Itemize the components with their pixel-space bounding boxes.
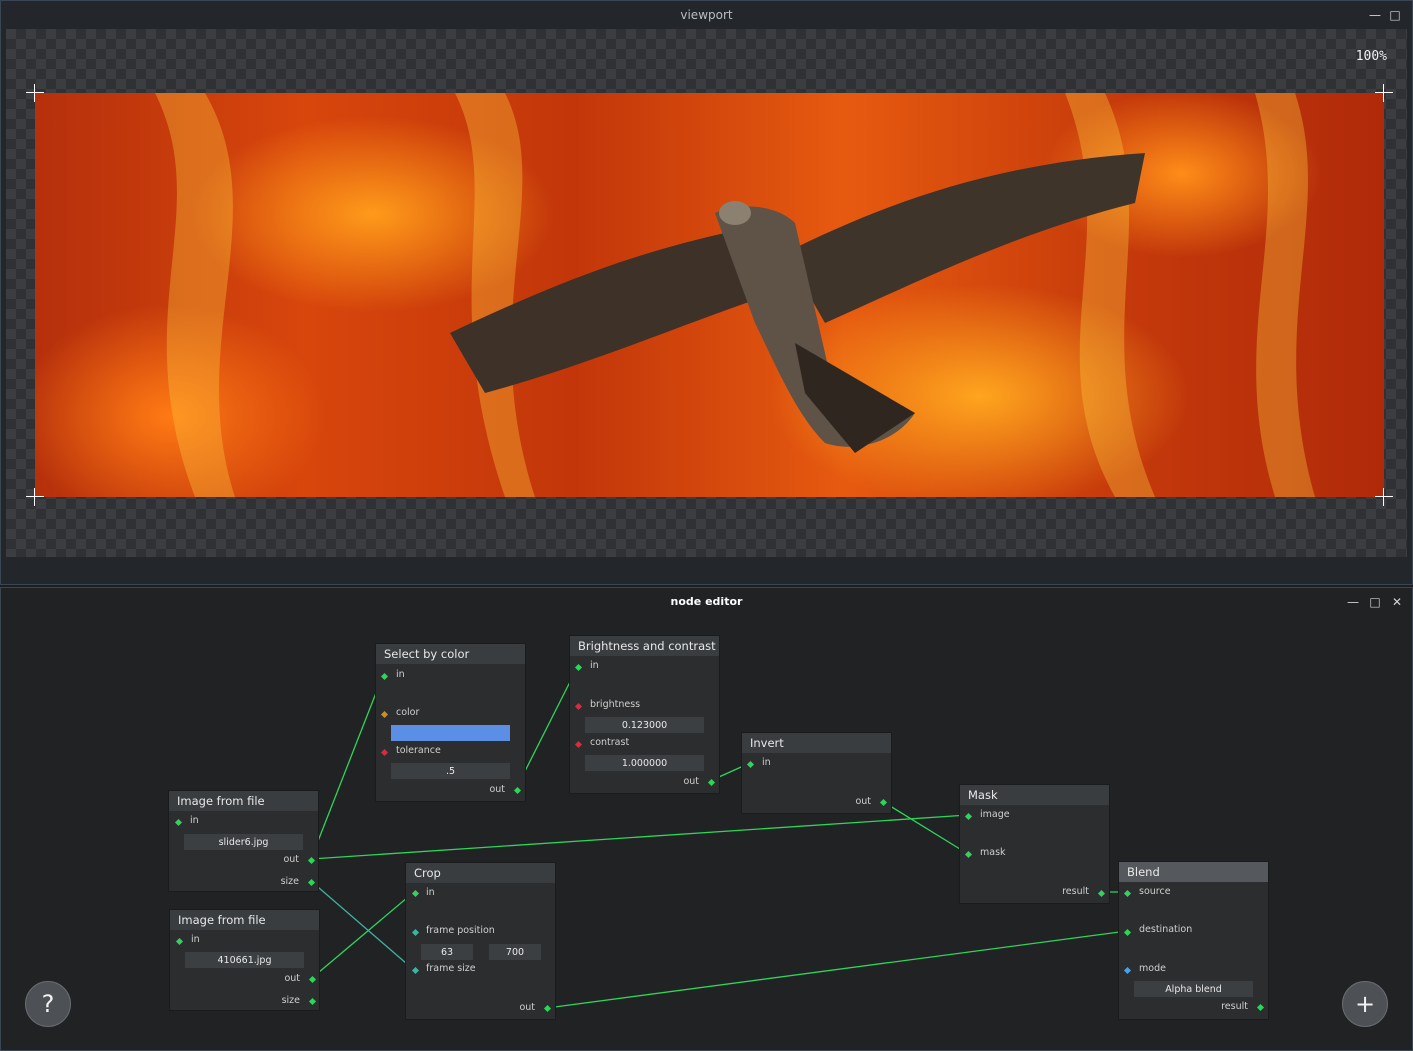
port-in-dot[interactable] <box>380 672 389 681</box>
port-in-dot[interactable] <box>411 889 420 898</box>
port-result-dot[interactable] <box>1256 1003 1265 1012</box>
port-out-label: out <box>284 973 300 984</box>
contrast-field[interactable]: 1.000000 <box>585 755 704 771</box>
node-crop[interactable]: Crop in frame position 63 700 frame size… <box>405 862 556 1020</box>
port-result-label: result <box>1062 886 1089 897</box>
port-in-dot[interactable] <box>574 663 583 672</box>
port-size-label: size <box>281 995 300 1006</box>
wire-img1-to-select <box>310 674 384 860</box>
node-image-from-file-2[interactable]: Image from file in 410661.jpg out size <box>169 909 320 1011</box>
port-result-dot[interactable] <box>1097 889 1106 898</box>
port-destination-label: destination <box>1139 924 1193 935</box>
file-field[interactable]: slider6.jpg <box>184 834 303 850</box>
port-frame-size-label: frame size <box>426 963 476 974</box>
wire-size-to-framesize <box>310 880 415 971</box>
port-contrast-dot[interactable] <box>574 740 583 749</box>
port-in-label: in <box>190 815 199 826</box>
tolerance-field[interactable]: .5 <box>391 763 510 779</box>
wire-img1-to-mask <box>310 814 969 860</box>
node-title[interactable]: Select by color <box>376 644 525 664</box>
port-out-label: out <box>855 796 871 807</box>
port-in-label: in <box>426 887 435 898</box>
port-size-dot[interactable] <box>308 997 317 1006</box>
port-frame-position-label: frame position <box>426 925 495 936</box>
port-out-label: out <box>683 776 699 787</box>
port-size-label: size <box>280 876 299 887</box>
port-color-dot[interactable] <box>380 710 389 719</box>
port-out-dot[interactable] <box>707 778 716 787</box>
node-title[interactable]: Invert <box>742 733 891 753</box>
port-source-dot[interactable] <box>1123 889 1132 898</box>
wire-crop-to-blend <box>546 930 1128 1009</box>
port-out-label: out <box>489 784 505 795</box>
color-swatch[interactable] <box>391 725 510 741</box>
port-out-dot[interactable] <box>543 1004 552 1013</box>
port-mask-dot[interactable] <box>964 850 973 859</box>
port-frame-position-dot[interactable] <box>411 928 420 937</box>
port-image-label: image <box>980 809 1010 820</box>
node-brightness-and-contrast[interactable]: Brightness and contrast in brightness 0.… <box>569 635 720 794</box>
port-in-label: in <box>762 757 771 768</box>
port-in-label: in <box>191 934 200 945</box>
port-out-dot[interactable] <box>879 798 888 807</box>
port-out-dot[interactable] <box>308 975 317 984</box>
port-out-label: out <box>519 1002 535 1013</box>
node-select-by-color[interactable]: Select by color in color tolerance .5 ou… <box>375 643 526 802</box>
port-source-label: source <box>1139 886 1171 897</box>
port-frame-size-dot[interactable] <box>411 966 420 975</box>
port-brightness-label: brightness <box>590 699 641 710</box>
node-title[interactable]: Brightness and contrast <box>570 636 719 656</box>
node-blend[interactable]: Blend source destination mode Alpha blen… <box>1118 861 1269 1020</box>
port-mode-dot[interactable] <box>1123 966 1132 975</box>
port-out-dot[interactable] <box>513 786 522 795</box>
node-invert[interactable]: Invert in out <box>741 732 892 814</box>
wire-img2-to-crop <box>311 891 415 979</box>
port-mask-label: mask <box>980 847 1006 858</box>
frame-position-x-field[interactable]: 63 <box>421 944 473 960</box>
port-in-label: in <box>396 669 405 680</box>
port-out-dot[interactable] <box>307 856 316 865</box>
port-destination-dot[interactable] <box>1123 928 1132 937</box>
port-tolerance-dot[interactable] <box>380 748 389 757</box>
node-title[interactable]: Crop <box>406 863 555 883</box>
port-mode-label: mode <box>1139 963 1166 974</box>
port-in-dot[interactable] <box>174 818 183 827</box>
add-icon[interactable]: + <box>1342 981 1388 1027</box>
wire-invert-to-mask <box>881 800 969 855</box>
port-image-dot[interactable] <box>964 812 973 821</box>
port-out-label: out <box>283 854 299 865</box>
port-size-dot[interactable] <box>307 878 316 887</box>
port-tolerance-label: tolerance <box>396 745 441 756</box>
node-title[interactable]: Image from file <box>170 910 319 930</box>
port-contrast-label: contrast <box>590 737 630 748</box>
file-field[interactable]: 410661.jpg <box>185 952 304 968</box>
port-in-dot[interactable] <box>746 760 755 769</box>
brightness-field[interactable]: 0.123000 <box>585 717 704 733</box>
node-title[interactable]: Mask <box>960 785 1109 805</box>
node-title[interactable]: Image from file <box>169 791 318 811</box>
help-icon[interactable]: ? <box>25 981 71 1027</box>
node-title[interactable]: Blend <box>1119 862 1268 882</box>
port-color-label: color <box>396 707 420 718</box>
node-mask[interactable]: Mask image mask result <box>959 784 1110 904</box>
port-result-label: result <box>1221 1001 1248 1012</box>
port-in-label: in <box>590 660 599 671</box>
node-image-from-file-1[interactable]: Image from file in slider6.jpg out size <box>168 790 319 892</box>
port-brightness-dot[interactable] <box>574 702 583 711</box>
frame-position-y-field[interactable]: 700 <box>489 944 541 960</box>
port-in-dot[interactable] <box>175 937 184 946</box>
mode-select[interactable]: Alpha blend <box>1134 981 1253 997</box>
